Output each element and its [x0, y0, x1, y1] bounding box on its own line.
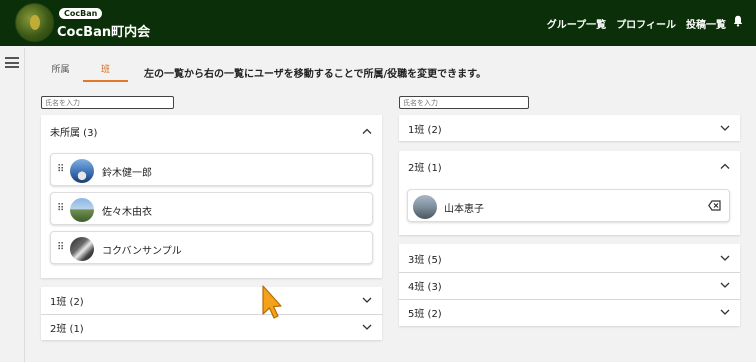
chevron-down-icon[interactable] [720, 254, 730, 262]
chevron-down-icon[interactable] [720, 281, 730, 289]
group-label: 未所属 (3) [50, 127, 98, 139]
group-label: 4班 (3) [408, 281, 442, 293]
app-header: CocBan CocBan町内会 グループ一覧 プロフィール 投稿一覧 [0, 0, 756, 46]
group-header-2[interactable]: 2班 (1) [41, 314, 382, 340]
bell-icon[interactable] [733, 15, 743, 27]
chevron-down-icon[interactable] [720, 308, 730, 316]
group-header-4[interactable]: 4班 (3) [399, 272, 740, 298]
avatar [70, 198, 94, 222]
tab-affiliation[interactable]: 所属 [38, 60, 83, 82]
member-name: コクバンサンプル [102, 246, 182, 257]
chevron-down-icon[interactable] [720, 124, 730, 132]
group-header-2[interactable]: 2班 (1) [399, 153, 740, 179]
group-header-1[interactable]: 1班 (2) [399, 115, 740, 141]
group-label: 1班 (2) [50, 296, 84, 308]
tab-group[interactable]: 班 [83, 60, 128, 82]
right-group-list: 3班 (5) 4班 (3) 5班 (2) [399, 244, 740, 326]
group-header-3[interactable]: 3班 (5) [399, 245, 740, 271]
community-title[interactable]: CocBan町内会 [57, 21, 150, 40]
member-card[interactable]: ⠿ 鈴木健一郎 [50, 153, 373, 186]
avatar [70, 159, 94, 183]
remove-member-icon[interactable] [708, 200, 721, 211]
chevron-up-icon[interactable] [720, 162, 730, 170]
nav-post-list[interactable]: 投稿一覧 [686, 16, 726, 31]
member-name: 佐々木由衣 [102, 207, 152, 218]
top-nav: グループ一覧 プロフィール 投稿一覧 [547, 16, 726, 31]
group-header-5[interactable]: 5班 (2) [399, 299, 740, 325]
group-header-unassigned[interactable]: 未所属 (3) [41, 118, 382, 144]
group-label: 1班 (2) [408, 124, 442, 136]
group-label: 2班 (1) [408, 162, 442, 174]
member-name: 鈴木健一郎 [102, 168, 152, 179]
nav-profile[interactable]: プロフィール [616, 16, 676, 31]
tab-bar: 所属 班 [38, 60, 128, 82]
drag-handle-icon[interactable]: ⠿ [57, 243, 64, 253]
group-label: 3班 (5) [408, 254, 442, 266]
mouse-cursor-icon [262, 285, 282, 319]
right-group-1: 1班 (2) [399, 115, 740, 141]
member-card[interactable]: ⠿ コクバンサンプル [50, 231, 373, 264]
chevron-down-icon[interactable] [362, 323, 372, 331]
group-label: 2班 (1) [50, 323, 84, 335]
member-name: 山本恵子 [444, 204, 484, 215]
left-group-list: 1班 (2) 2班 (1) [41, 287, 382, 340]
chevron-down-icon[interactable] [362, 296, 372, 304]
right-group-2: 2班 (1) 山本恵子 [399, 151, 740, 235]
instruction-text: 左の一覧から右の一覧にユーザを移動することで所属/役職を変更できます。 [144, 69, 487, 80]
left-name-search-input[interactable] [41, 96, 174, 109]
right-name-search-input[interactable] [399, 96, 529, 109]
hamburger-menu-icon[interactable] [5, 57, 19, 68]
avatar [413, 195, 437, 219]
chevron-up-icon[interactable] [362, 127, 372, 135]
member-card[interactable]: 山本恵子 [407, 189, 730, 222]
left-group-unassigned: 未所属 (3) ⠿ 鈴木健一郎 ⠿ 佐々木由衣 ⠿ コクバンサンプル [41, 115, 382, 278]
nav-group-list[interactable]: グループ一覧 [547, 16, 606, 31]
drag-handle-icon[interactable]: ⠿ [57, 165, 64, 175]
member-card[interactable]: ⠿ 佐々木由衣 [50, 192, 373, 225]
side-divider [24, 48, 25, 362]
avatar [70, 237, 94, 261]
brand-badge: CocBan [59, 8, 103, 19]
drag-handle-icon[interactable]: ⠿ [57, 204, 64, 214]
group-header-1[interactable]: 1班 (2) [41, 287, 382, 313]
community-logo[interactable] [15, 3, 54, 42]
group-label: 5班 (2) [408, 308, 442, 320]
